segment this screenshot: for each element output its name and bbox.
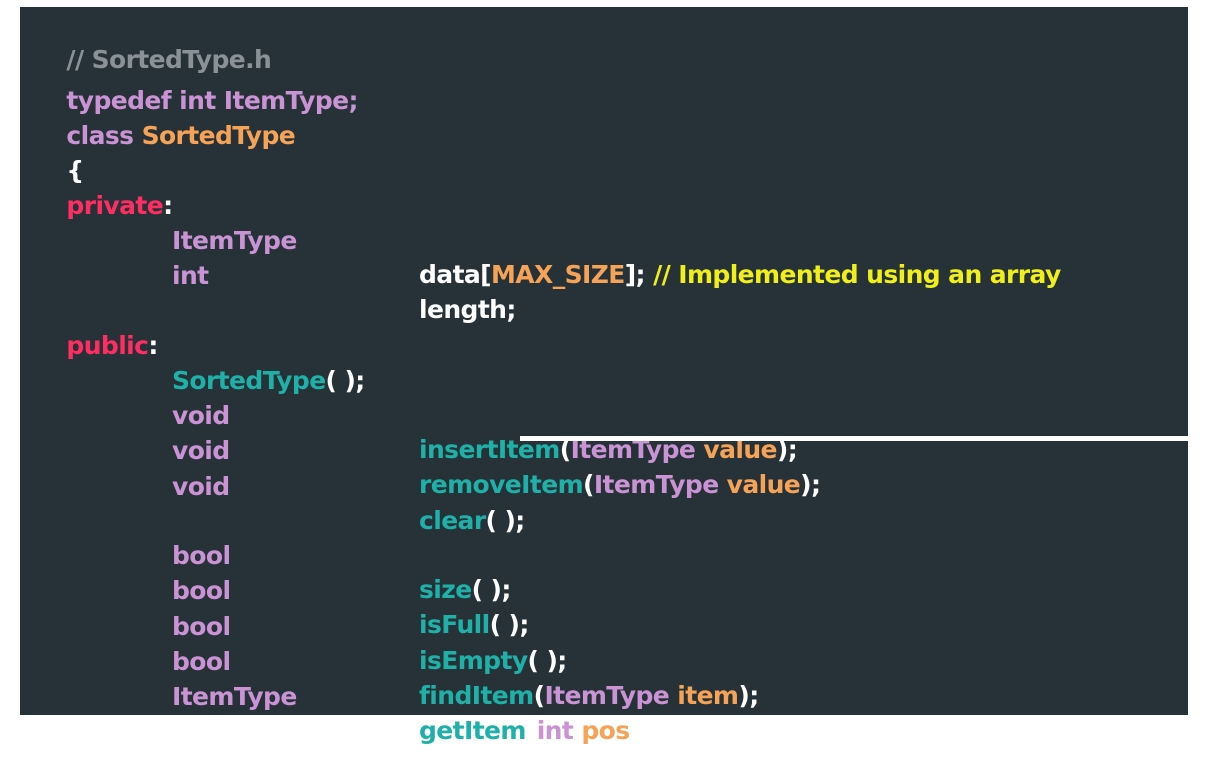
divider [520,436,1188,441]
method-return-type: void [172,472,230,501]
member-name: length; [419,295,516,324]
member-type: int [172,261,209,290]
class-name: SortedType [141,121,296,150]
open-paren: ( [525,716,537,745]
param-name: pos [581,716,630,745]
method-return-type: ItemType [172,682,297,711]
code-editor-panel: // SortedType.h typedef int ItemType; cl… [20,7,1188,746]
param-type: int [536,716,574,745]
close-brace-line: }; [34,681,93,783]
close-paren: ); [629,716,651,745]
method-line: ItemType getItem(int pos); [34,646,1174,782]
method-name: getItem [419,716,526,745]
close-brace: }; [66,717,94,746]
